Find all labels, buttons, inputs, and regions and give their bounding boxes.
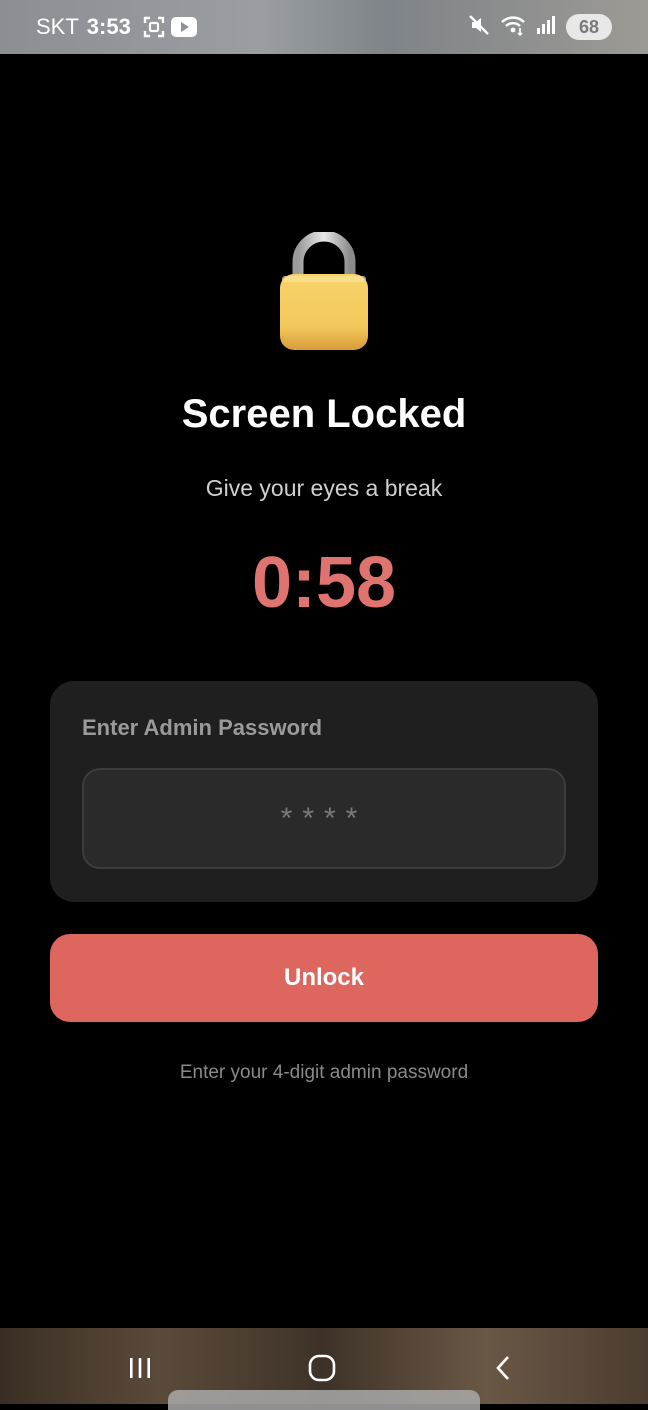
lock-icon: [276, 230, 372, 352]
password-hint: Enter your 4-digit admin password: [179, 1062, 469, 1083]
status-time: 3:53: [86, 14, 131, 39]
countdown-timer: 0:58: [251, 543, 397, 623]
battery-level: 68: [578, 16, 600, 37]
unlock-button[interactable]: Unlock: [50, 934, 598, 1022]
screen-subtitle: Give your eyes a break: [205, 475, 443, 501]
battery-icon: 68: [566, 14, 612, 40]
recents-icon[interactable]: [120, 1350, 160, 1386]
gesture-pill: [168, 1390, 480, 1410]
password-card: Enter Admin Password: [50, 681, 598, 902]
password-input[interactable]: [82, 768, 566, 869]
screen-title: Screen Locked: [181, 392, 467, 436]
carrier-label: SKT: [36, 14, 79, 39]
password-label: Enter Admin Password: [82, 715, 323, 740]
youtube-icon: [170, 17, 197, 37]
screenshot-icon: [143, 16, 165, 38]
back-icon[interactable]: [484, 1350, 524, 1386]
signal-icon: [536, 15, 556, 40]
status-bar: SKT 3:53 68: [0, 0, 648, 54]
lock-screen: Screen Locked Give your eyes a break 0:5…: [0, 54, 648, 1328]
mute-icon: [468, 14, 490, 41]
navigation-bar: [0, 1328, 648, 1410]
home-icon[interactable]: [302, 1350, 342, 1386]
wifi-icon: [500, 14, 526, 41]
